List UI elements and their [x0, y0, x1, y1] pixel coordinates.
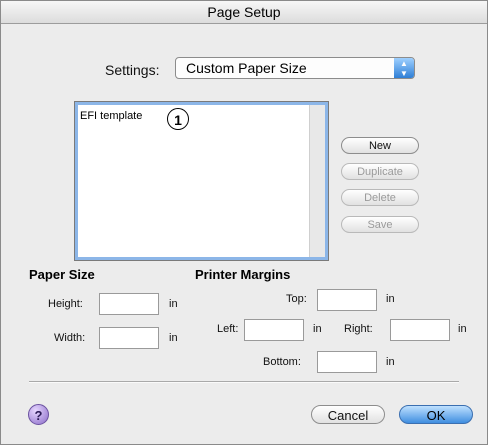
- width-unit: in: [169, 332, 178, 344]
- height-label: Height:: [48, 298, 83, 310]
- settings-value: Custom Paper Size: [186, 60, 307, 76]
- settings-label: Settings:: [105, 62, 160, 78]
- height-unit: in: [169, 298, 178, 310]
- callout-marker: 1: [167, 108, 189, 130]
- help-icon[interactable]: ?: [28, 404, 49, 425]
- paper-size-heading: Paper Size: [29, 267, 95, 282]
- bottom-label: Bottom:: [263, 356, 301, 368]
- right-unit: in: [458, 323, 467, 335]
- delete-button[interactable]: Delete: [341, 189, 419, 206]
- new-button[interactable]: New: [341, 137, 419, 154]
- left-label: Left:: [217, 323, 239, 335]
- bottom-unit: in: [386, 356, 395, 368]
- height-field[interactable]: [99, 293, 159, 315]
- width-field[interactable]: [99, 327, 159, 349]
- bottom-margin-field[interactable]: [317, 351, 377, 373]
- right-margin-field[interactable]: [390, 319, 450, 341]
- divider: [29, 381, 459, 383]
- printer-margins-heading: Printer Margins: [195, 267, 291, 282]
- list-scrollbar[interactable]: [309, 105, 325, 257]
- top-label: Top:: [286, 293, 307, 305]
- top-margin-field[interactable]: [317, 289, 377, 311]
- cancel-button[interactable]: Cancel: [311, 405, 385, 424]
- settings-popup[interactable]: Custom Paper Size ▲ ▼: [175, 57, 415, 79]
- custom-size-list[interactable]: EFI template: [74, 101, 329, 261]
- top-unit: in: [386, 293, 395, 305]
- duplicate-button[interactable]: Duplicate: [341, 163, 419, 180]
- width-label: Width:: [54, 332, 86, 344]
- popup-arrows-icon: ▲ ▼: [394, 58, 414, 78]
- save-button[interactable]: Save: [341, 216, 419, 233]
- page-setup-dialog: Page Setup Settings: Custom Paper Size ▲…: [0, 0, 488, 445]
- right-label: Right:: [344, 323, 373, 335]
- ok-button[interactable]: OK: [399, 405, 473, 424]
- left-margin-field[interactable]: [244, 319, 304, 341]
- left-unit: in: [313, 323, 322, 335]
- window-title: Page Setup: [207, 4, 281, 20]
- list-item[interactable]: EFI template: [80, 110, 142, 122]
- title-bar: Page Setup: [1, 1, 487, 24]
